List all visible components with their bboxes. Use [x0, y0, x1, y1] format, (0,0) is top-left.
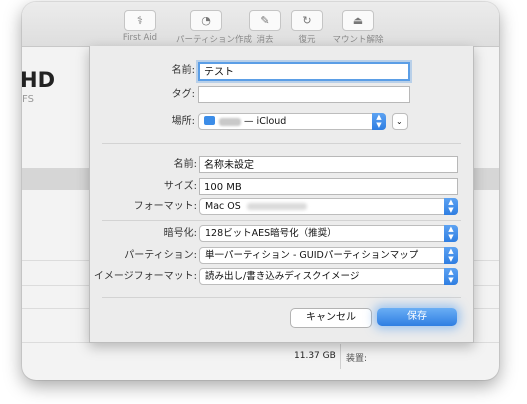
separator [102, 220, 461, 221]
folder-icon [204, 116, 215, 125]
expand-button[interactable]: ⌄ [392, 113, 408, 130]
partition-row: パーティション: 単一パーティション - GUIDパーティションマップ ▲ ▼ [90, 247, 473, 267]
stepper-arrows-icon: ▲ ▼ [444, 225, 458, 242]
tag-input[interactable] [198, 86, 410, 103]
name-input[interactable]: テスト [198, 62, 410, 81]
unmount-label: マウント解除 [332, 35, 384, 45]
unmount-button[interactable]: ⏏ マウント解除 [328, 9, 388, 45]
chevron-down-icon: ⌄ [396, 117, 403, 126]
stepper-arrows-icon: ▲ ▼ [444, 247, 458, 264]
partition-value: 単一パーティション - GUIDパーティションマップ [205, 250, 419, 261]
image-format-value: 読み出し/書き込みディスクイメージ [205, 271, 360, 282]
disk-size-value: 11.37 GB [294, 351, 336, 361]
stepper-arrows-icon: ▲ ▼ [372, 113, 386, 130]
new-image-dialog: 名前: テスト タグ: 場所: — iCloud ▲▼ ⌄ 名前: 名称未設定 [89, 46, 474, 343]
location-label: 場所: [171, 116, 195, 127]
pie-chart-icon: ◔ [190, 10, 222, 31]
save-button[interactable]: 保存 [377, 308, 457, 326]
size-input[interactable]: 100 MB [199, 178, 458, 195]
disk-title: HD [22, 68, 56, 92]
eject-icon: ⏏ [342, 10, 374, 31]
redacted-text [246, 203, 307, 210]
partition-label: パーティション作成 [176, 35, 252, 45]
disk-subtitle: FS [22, 94, 34, 105]
image-format-label: イメージフォーマット: [93, 271, 197, 282]
stepper-arrows-icon: ▲ ▼ [444, 268, 458, 285]
encryption-row: 暗号化: 128ビットAES暗号化（推奨） ▲ ▼ [90, 225, 473, 245]
partition-select[interactable]: 単一パーティション - GUIDパーティションマップ ▲ ▼ [199, 247, 458, 264]
first-aid-button[interactable]: ⚕ First Aid [110, 9, 170, 43]
name-row: 名前: テスト [90, 62, 473, 82]
tag-row: タグ: [90, 86, 473, 106]
separator [102, 297, 461, 298]
size-label: サイズ: [163, 181, 197, 192]
partition-label: パーティション: [124, 250, 197, 261]
stepper-arrows-icon: ▲ ▼ [444, 198, 458, 215]
tag-label: タグ: [171, 89, 195, 100]
toolbar: ⚕ First Aid ◔ パーティション作成 ✎ 消去 ↻ 復元 ⏏ マウント… [22, 2, 499, 47]
encryption-select[interactable]: 128ビットAES暗号化（推奨） ▲ ▼ [199, 225, 458, 242]
separator [102, 143, 461, 144]
format-select[interactable]: Mac OS ▲ ▼ [199, 198, 458, 215]
location-value: — iCloud [244, 116, 287, 127]
image-format-row: イメージフォーマット: 読み出し/書き込みディスクイメージ ▲ ▼ [90, 268, 473, 288]
format-label: フォーマット: [133, 201, 197, 212]
partition-button[interactable]: ◔ パーティション作成 [176, 9, 252, 45]
redacted-text [219, 117, 241, 126]
image-name-row: 名前: 名称未設定 [90, 156, 473, 176]
format-row: フォーマット: Mac OS ▲ ▼ [90, 198, 473, 218]
image-name-input[interactable]: 名称未設定 [199, 156, 458, 173]
name-label: 名前: [171, 65, 195, 76]
restore-icon: ↻ [291, 10, 323, 31]
first-aid-label: First Aid [122, 33, 158, 43]
location-row: 場所: — iCloud ▲ ▼ ⌄ [90, 113, 473, 133]
device-label: 装置: [346, 354, 368, 364]
image-format-select[interactable]: 読み出し/書き込みディスクイメージ ▲ ▼ [199, 268, 458, 285]
stethoscope-icon: ⚕ [124, 10, 156, 31]
disk-utility-window: ⚕ First Aid ◔ パーティション作成 ✎ 消去 ↻ 復元 ⏏ マウント… [22, 2, 499, 380]
format-value: Mac OS [205, 201, 241, 212]
location-select[interactable]: — iCloud ▲ ▼ [198, 113, 386, 130]
cancel-button[interactable]: キャンセル [290, 308, 372, 328]
encryption-value: 128ビットAES暗号化（推奨） [205, 228, 337, 239]
divider [340, 344, 341, 369]
encryption-label: 暗号化: [163, 228, 197, 239]
image-name-label: 名前: [173, 159, 197, 170]
size-row: サイズ: 100 MB [90, 178, 473, 198]
